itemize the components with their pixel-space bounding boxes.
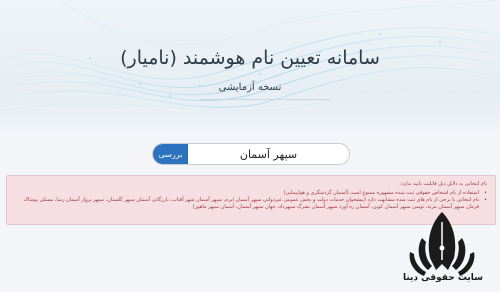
name-search-box: بررسی: [152, 143, 350, 165]
page-subtitle: نسخه آزمایشی: [218, 82, 282, 93]
alert-heading: نام انتخابی به دلایل ذیل قابلیت تایید ند…: [399, 181, 487, 187]
page-title: سامانه تعیین نام هوشمند (نامیار): [120, 47, 380, 69]
alert-item: • استفاده از نام اشخاص حقوقی ثبت شده مشه…: [15, 190, 488, 197]
bullet-icon: •: [484, 190, 487, 196]
bullet-icon: •: [484, 197, 487, 203]
watermark-text: سایت حقوقی دینا: [402, 273, 484, 283]
alert-item-text: استفاده از نام اشخاص حقوقی ثبت شده مشهور…: [283, 190, 480, 196]
name-input[interactable]: [188, 144, 349, 164]
subtitle-divider: [200, 99, 330, 100]
check-button[interactable]: بررسی: [153, 144, 188, 164]
